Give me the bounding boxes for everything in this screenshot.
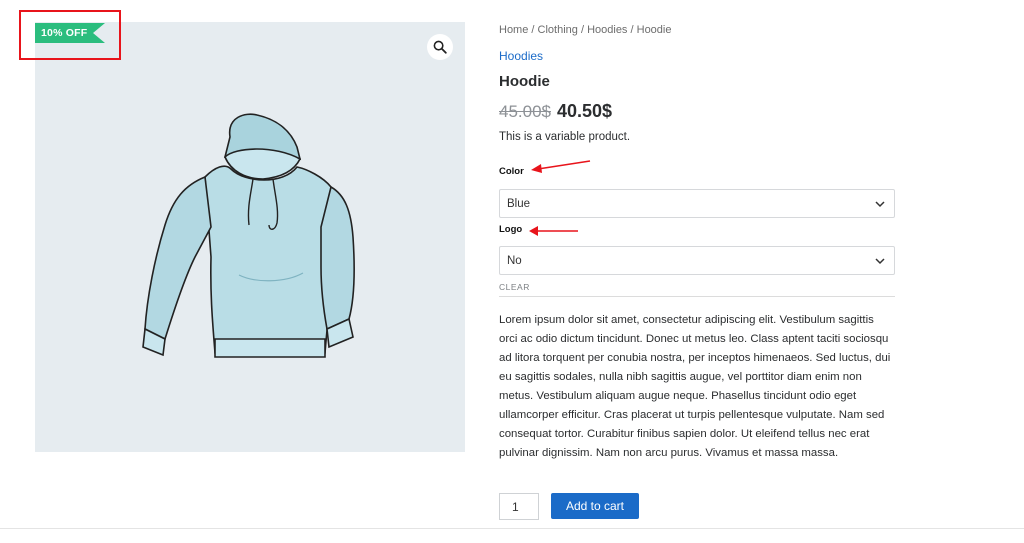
logo-label: Logo [499, 224, 523, 235]
magnifier-icon [433, 40, 447, 54]
color-select[interactable]: Blue [499, 189, 895, 218]
product-image-gallery[interactable] [35, 22, 465, 452]
logo-select[interactable]: No [499, 246, 895, 275]
color-select-value: Blue [507, 197, 531, 210]
hoodie-product-image[interactable] [135, 107, 367, 367]
zoom-button[interactable] [427, 34, 453, 60]
add-to-cart-button[interactable]: Add to cart [551, 493, 639, 519]
breadcrumb-separator: / [580, 24, 585, 36]
product-title: Hoodie [499, 73, 550, 90]
breadcrumb-item-home[interactable]: Home [499, 24, 528, 36]
annotation-highlight-box [19, 10, 121, 60]
clear-variations-link[interactable]: CLEAR [499, 282, 530, 292]
annotation-arrow-logo [529, 226, 578, 236]
logo-select-value: No [507, 254, 522, 267]
sale-price: 40.50$ [557, 101, 613, 121]
product-price: 45.00$ 40.50$ [499, 101, 612, 122]
breadcrumb-separator: / [531, 24, 535, 36]
product-category-link[interactable]: Hoodies [499, 49, 543, 63]
chevron-down-icon [875, 201, 885, 208]
product-description: Lorem ipsum dolor sit amet, consectetur … [499, 314, 891, 459]
breadcrumb-item-hoodies[interactable]: Hoodies [587, 24, 627, 36]
divider [499, 296, 895, 297]
breadcrumb-separator: / [630, 24, 634, 36]
color-label: Color [499, 166, 524, 177]
annotation-arrow-color [531, 160, 591, 173]
short-description: This is a variable product. [499, 131, 631, 143]
regular-price: 45.00$ [499, 102, 551, 121]
breadcrumb-item-clothing[interactable]: Clothing [538, 24, 578, 36]
breadcrumb-item-current: Hoodie [636, 24, 672, 36]
breadcrumb: Home / Clothing / Hoodies / Hoodie [499, 24, 671, 36]
footer-divider [0, 528, 1024, 529]
quantity-input[interactable] [499, 493, 539, 520]
chevron-down-icon [875, 258, 885, 265]
